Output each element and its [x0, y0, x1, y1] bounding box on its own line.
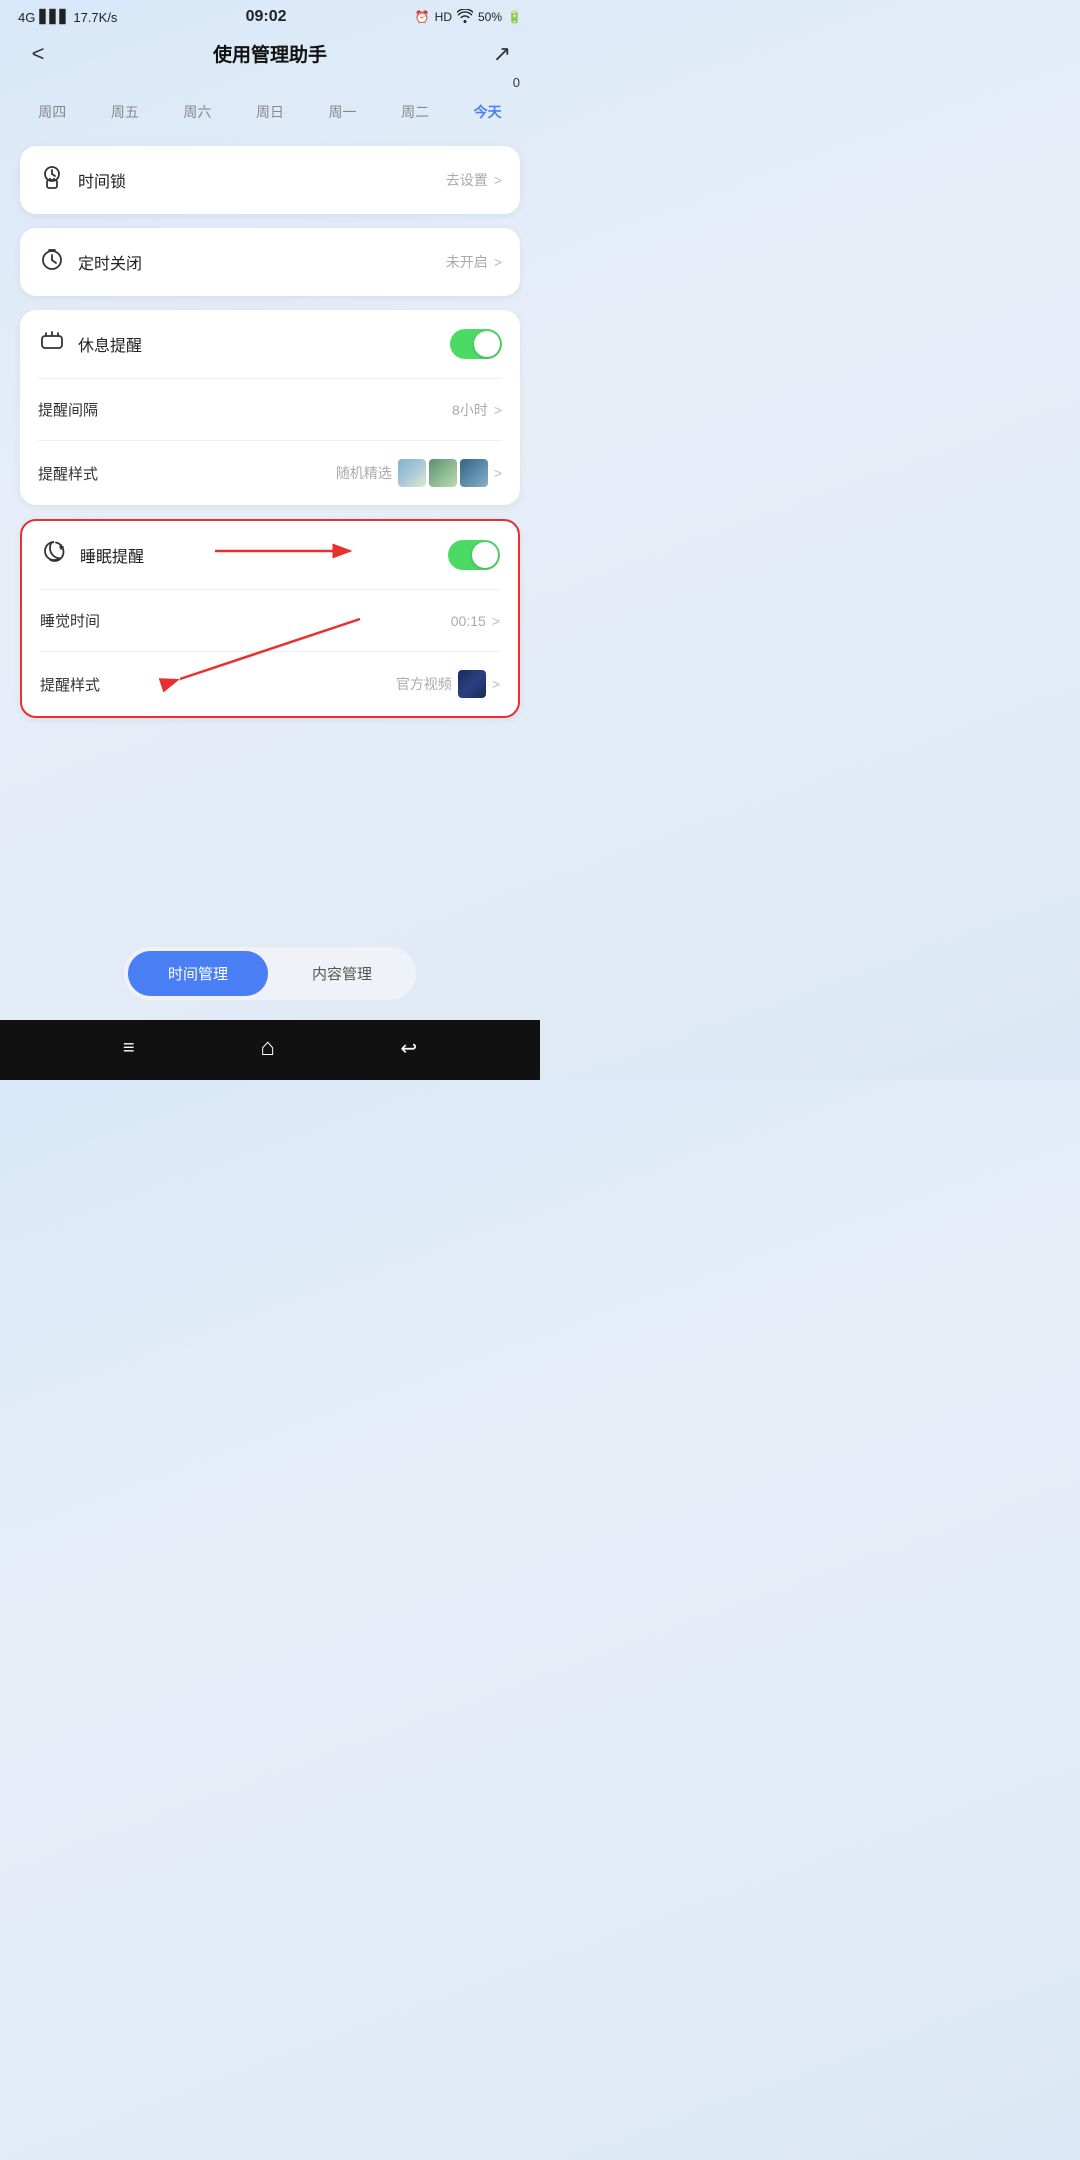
tab-time-mgmt[interactable]: 时间管理 — [128, 951, 268, 996]
sleep-time-chevron: > — [492, 613, 500, 629]
time-lock-icon — [38, 164, 66, 196]
sleep-reminder-icon — [40, 539, 68, 571]
timer-label: 定时关闭 — [78, 250, 142, 274]
tab-mon[interactable]: 周一 — [325, 100, 361, 124]
timer-row[interactable]: 定时关闭 未开启 > — [38, 228, 502, 296]
rest-style-label: 提醒样式 — [38, 463, 98, 484]
sleep-reminder-toggle[interactable] — [448, 540, 500, 570]
timer-icon — [38, 246, 66, 278]
time-lock-chevron: > — [494, 172, 502, 188]
time-lock-right: 去设置 > — [446, 170, 502, 190]
battery-icon: 🔋 — [507, 10, 522, 24]
thumb-1 — [398, 459, 426, 487]
nav-bar: ≡ ⌂ ↩ — [0, 1020, 540, 1080]
rest-interval-right: 8小时 > — [452, 400, 502, 420]
rest-interval-row[interactable]: 提醒间隔 8小时 > — [38, 378, 502, 440]
timer-right: 未开启 > — [446, 252, 502, 272]
bottom-tabs-inner: 时间管理 内容管理 — [124, 947, 416, 1000]
sleep-style-right: 官方视频 > — [396, 670, 500, 698]
tab-sat[interactable]: 周六 — [179, 100, 215, 124]
page-title: 使用管理助手 — [56, 40, 484, 67]
header-count: 0 — [0, 75, 540, 90]
rest-interval-value: 8小时 — [452, 400, 488, 420]
timer-chevron: > — [494, 254, 502, 270]
rest-style-row[interactable]: 提醒样式 随机精选 > — [38, 440, 502, 505]
tab-tue[interactable]: 周二 — [397, 100, 433, 124]
sleep-time-value: 00:15 — [451, 613, 486, 629]
rest-reminder-card: 休息提醒 提醒间隔 8小时 > 提醒样式 随机精选 > — [20, 310, 520, 505]
hd-badge: HD — [435, 10, 452, 24]
day-tabs: 周四 周五 周六 周日 周一 周二 今天 — [0, 94, 540, 138]
sleep-card-wrapper: 睡眠提醒 睡觉时间 00:15 > 提醒样式 官方视频 > — [20, 519, 520, 718]
status-left: 4G ▋▋▋ 17.7K/s — [18, 9, 117, 25]
rest-reminder-label: 休息提醒 — [78, 332, 142, 356]
sleep-time-label: 睡觉时间 — [40, 610, 100, 631]
tab-content-mgmt[interactable]: 内容管理 — [272, 951, 412, 996]
status-bar: 4G ▋▋▋ 17.7K/s 09:02 ⏰ HD 50% 🔋 — [0, 0, 540, 30]
thumb-official — [458, 670, 486, 698]
sleep-reminder-label: 睡眠提醒 — [80, 543, 144, 567]
sleep-style-chevron: > — [492, 676, 500, 692]
sleep-reminder-row[interactable]: 睡眠提醒 — [40, 521, 500, 589]
timer-card: 定时关闭 未开启 > — [20, 228, 520, 296]
sleep-reminder-card: 睡眠提醒 睡觉时间 00:15 > 提醒样式 官方视频 > — [20, 519, 520, 718]
time-lock-action: 去设置 — [446, 170, 488, 190]
nav-back-icon[interactable]: ↩ — [400, 1036, 417, 1061]
sleep-time-right: 00:15 > — [451, 613, 500, 629]
tab-sun[interactable]: 周日 — [252, 100, 288, 124]
sleep-style-row[interactable]: 提醒样式 官方视频 > — [40, 651, 500, 716]
rest-reminder-left: 休息提醒 — [38, 328, 142, 360]
rest-reminder-row[interactable]: 休息提醒 — [38, 310, 502, 378]
battery-text: 50% — [478, 10, 502, 24]
nav-home-icon[interactable]: ⌂ — [260, 1034, 275, 1062]
sleep-style-thumbs — [458, 670, 486, 698]
status-time: 09:02 — [246, 8, 287, 26]
tab-fri[interactable]: 周五 — [107, 100, 143, 124]
rest-style-value: 随机精选 — [336, 463, 392, 483]
rest-style-thumbs — [398, 459, 488, 487]
rest-reminder-icon — [38, 328, 66, 360]
nav-menu-icon[interactable]: ≡ — [123, 1037, 135, 1060]
rest-interval-chevron: > — [494, 402, 502, 418]
bottom-tabs: 时间管理 内容管理 — [0, 931, 540, 1020]
sleep-reminder-left: 睡眠提醒 — [40, 539, 144, 571]
time-lock-left: 时间锁 — [38, 164, 126, 196]
tab-thu[interactable]: 周四 — [34, 100, 70, 124]
rest-interval-label: 提醒间隔 — [38, 399, 98, 420]
time-lock-row[interactable]: 时间锁 去设置 > — [38, 146, 502, 214]
network-speed: 17.7K/s — [73, 10, 117, 25]
sleep-style-value: 官方视频 — [396, 674, 452, 694]
rest-style-right: 随机精选 > — [336, 459, 502, 487]
content-area: 时间锁 去设置 > 定时关闭 — [0, 138, 540, 931]
thumb-2 — [429, 459, 457, 487]
timer-left: 定时关闭 — [38, 246, 142, 278]
sleep-time-row[interactable]: 睡觉时间 00:15 > — [40, 589, 500, 651]
rest-reminder-toggle[interactable] — [450, 329, 502, 359]
tab-today[interactable]: 今天 — [470, 100, 506, 124]
timer-action: 未开启 — [446, 252, 488, 272]
header: < 使用管理助手 ↗ — [0, 30, 540, 75]
status-right: ⏰ HD 50% 🔋 — [415, 9, 522, 26]
share-button[interactable]: ↗ — [484, 41, 520, 67]
time-lock-label: 时间锁 — [78, 168, 126, 192]
back-button[interactable]: < — [20, 41, 56, 67]
signal-text: 4G — [18, 10, 35, 25]
signal-bars: ▋▋▋ — [39, 9, 69, 25]
rest-style-chevron: > — [494, 465, 502, 481]
thumb-3 — [460, 459, 488, 487]
wifi-icon — [457, 9, 473, 26]
alarm-icon: ⏰ — [415, 10, 430, 24]
sleep-style-label: 提醒样式 — [40, 674, 100, 695]
time-lock-card: 时间锁 去设置 > — [20, 146, 520, 214]
